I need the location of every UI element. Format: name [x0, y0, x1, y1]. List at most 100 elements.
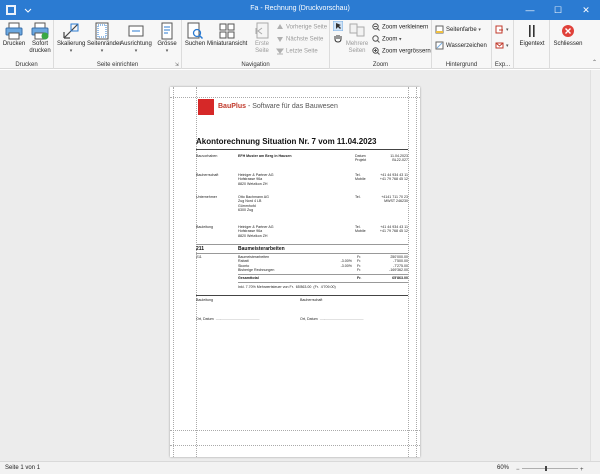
- maximize-button[interactable]: ☐: [544, 0, 572, 20]
- ribbon-group-zoom: Mehrere Seiten Zoom verkleinern Zoom ▾ Z…: [330, 20, 432, 69]
- zoom-in-button[interactable]: Zoom vergrössern: [372, 47, 431, 58]
- print-now-button[interactable]: Sofort drucken: [28, 22, 52, 58]
- bauherrschaft-label: Bauherrschaft: [196, 173, 219, 177]
- thumbnails-icon: [219, 23, 235, 39]
- gesamttotal-label: Gesamttotal: [238, 276, 259, 280]
- bauleitung-tel: +41 44 934 43 11 +41 79 768 45 12: [379, 225, 408, 234]
- margin-guide-bottom-outer: [170, 445, 420, 446]
- first-page-button[interactable]: Erste Seite: [252, 22, 272, 58]
- first-page-label-1: Erste: [254, 41, 269, 47]
- title-rule: [196, 149, 408, 150]
- export-button[interactable]: ▾: [495, 25, 509, 36]
- size-label: Grösse: [157, 41, 177, 47]
- last-page-button[interactable]: Letzte Seite: [276, 47, 318, 58]
- arrow-down-icon: [277, 37, 283, 42]
- logo-mark: [198, 99, 214, 115]
- search-label: Suchen: [184, 41, 206, 47]
- minimize-button[interactable]: —: [516, 0, 544, 20]
- chevron-down-icon: ▾: [69, 48, 73, 54]
- ribbon-group-drucken: Drucken Sofort drucken Drucken: [0, 20, 54, 69]
- ribbon-group-eigentext: Eigentext: [514, 20, 550, 69]
- print-button[interactable]: Drucken: [2, 22, 26, 58]
- collapse-ribbon-icon[interactable]: ⌃: [592, 59, 597, 66]
- orientation-label: Ausrichtung: [120, 41, 152, 47]
- export-icon: [495, 25, 503, 34]
- first-page-label-2: Seite: [255, 48, 269, 54]
- datum-label: Datum Projekt: [355, 154, 367, 163]
- dialog-launcher-icon[interactable]: ⇲: [175, 62, 179, 68]
- margins-icon: [95, 22, 109, 40]
- close-icon: [562, 25, 574, 37]
- preview-area[interactable]: BauPlus - Software für das Bauwesen Akon…: [0, 70, 600, 461]
- scaling-label: Skalierung: [57, 41, 86, 47]
- document-page: BauPlus - Software für das Bauwesen Akon…: [170, 87, 420, 457]
- watermark-label: Wasserzeichen: [446, 43, 487, 50]
- section-rule-top: [196, 244, 408, 245]
- hand-tool-button[interactable]: [333, 33, 345, 44]
- eigentext-label: Eigentext: [519, 41, 545, 47]
- status-bar: Seite 1 von 1 60% − +: [0, 461, 600, 474]
- datum-value: 11.04.2023 BL22-027: [390, 154, 408, 163]
- next-page-button[interactable]: Nächste Seite: [276, 35, 323, 46]
- logo-tagline: - Software für das Bauwesen: [246, 103, 338, 110]
- search-icon: [187, 22, 204, 40]
- sign-right-label: Bauherrschaft: [300, 298, 323, 302]
- next-page-label: Nächste Seite: [286, 36, 324, 43]
- unternehmer-label: Unternehmer: [196, 195, 217, 199]
- scaling-button[interactable]: Skalierung ▾: [57, 22, 85, 58]
- title-bar: Fa - Rechnung (Druckvorschau) — ☐ ✕: [0, 0, 600, 20]
- chevron-down-icon: ▾: [506, 27, 509, 34]
- bauherrschaft-tel: +41 44 934 43 11 +41 79 768 45 12: [379, 173, 408, 182]
- pointer-tool-button[interactable]: [332, 20, 345, 32]
- group-label-exp: Exp...: [494, 62, 511, 68]
- total-rule-bottom: [238, 282, 408, 283]
- multiple-pages-label-1: Mehrere: [345, 41, 369, 47]
- zoom-out-label: Zoom verkleinern: [382, 24, 429, 31]
- section-number: 211: [196, 246, 205, 252]
- group-label-navigation: Navigation: [241, 62, 270, 68]
- zoom-out-button[interactable]: Zoom verkleinern: [372, 23, 428, 34]
- previous-page-label: Vorherige Seite: [286, 24, 328, 31]
- chevron-down-icon: ▾: [100, 48, 104, 54]
- position-currency: Fr. Fr. Fr. Fr.: [357, 255, 362, 273]
- previous-page-button[interactable]: Vorherige Seite: [276, 23, 327, 34]
- group-label-drucken: Drucken: [15, 62, 38, 68]
- margins-button[interactable]: Seitenränder ▾: [87, 22, 121, 58]
- scaling-icon: [63, 23, 79, 39]
- group-label-zoom: Zoom: [372, 62, 389, 68]
- zoom-slider[interactable]: − +: [516, 466, 586, 471]
- position-number: 211: [196, 255, 202, 259]
- pointer-icon: [332, 20, 344, 32]
- chevron-down-icon: ▾: [506, 43, 509, 50]
- margin-guide-right: [408, 87, 409, 457]
- page-color-label: Seitenfarbe: [446, 27, 477, 34]
- custom-text-icon: [529, 25, 535, 37]
- send-icon: [495, 42, 504, 49]
- eigentext-button[interactable]: Eigentext: [517, 22, 547, 58]
- gesamttotal-value: 65'863.00: [392, 276, 408, 280]
- bauleitung-address: Heiniger & Partner AG Hofstrasse 96a 882…: [238, 225, 274, 238]
- close-preview-button[interactable]: Schliessen: [552, 22, 584, 58]
- page-color-button[interactable]: Seitenfarbe ▾: [435, 25, 481, 36]
- vertical-scrollbar[interactable]: [590, 70, 600, 461]
- close-window-button[interactable]: ✕: [572, 0, 600, 20]
- bauleitung-tel-label: Tel. Mobile: [355, 225, 366, 234]
- window-title: Fa - Rechnung (Druckvorschau): [250, 5, 350, 12]
- chevron-down-icon: ▾: [134, 48, 138, 54]
- ribbon: Drucken Sofort drucken Drucken Skalierun…: [0, 20, 600, 69]
- size-button[interactable]: Grösse ▾: [155, 22, 179, 58]
- search-button[interactable]: Suchen: [184, 22, 206, 58]
- orientation-button[interactable]: Ausrichtung ▾: [120, 22, 152, 58]
- page-color-icon: [435, 25, 444, 34]
- ort-datum-right: Ort, Datum .............................…: [300, 317, 364, 321]
- document-title: Akontorechnung Situation Nr. 7 vom 11.04…: [196, 137, 377, 146]
- zoom-dropdown[interactable]: Zoom ▾: [372, 35, 402, 46]
- margin-guide-outer-left: [173, 87, 174, 457]
- unternehmer-tel-label: Tel.: [355, 195, 361, 199]
- mwst-note: Inkl. 7.70% Mehrwertsteuer von Fr. 65'86…: [238, 285, 336, 289]
- zoom-in-icon: [372, 47, 380, 55]
- send-button[interactable]: ▾: [495, 41, 509, 52]
- watermark-button[interactable]: Wasserzeichen: [435, 41, 487, 52]
- thumbnails-button[interactable]: Miniaturansicht: [207, 22, 247, 58]
- multiple-pages-button[interactable]: Mehrere Seiten: [345, 22, 369, 58]
